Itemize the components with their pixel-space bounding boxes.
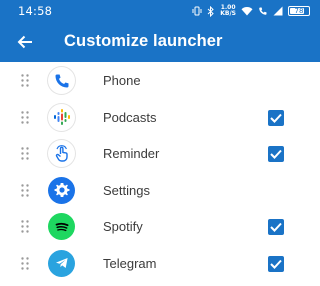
network-speed: 1.00 KB/S [220, 5, 236, 17]
reminder-icon [48, 140, 75, 168]
app-label: Spotify [103, 219, 143, 235]
list-item[interactable]: Podcasts [0, 99, 320, 136]
checkbox-checked[interactable] [268, 146, 284, 163]
drag-handle-icon[interactable] [21, 110, 29, 124]
app-label: Settings [103, 182, 150, 198]
app-bar: Customize launcher [0, 22, 320, 62]
spotify-icon [48, 213, 75, 241]
drag-handle-icon[interactable] [21, 257, 29, 270]
app-label: Reminder [103, 146, 160, 162]
vibrate-icon [192, 6, 202, 16]
volte-call-icon [258, 6, 268, 16]
checkbox-checked[interactable] [268, 255, 284, 272]
network-speed-unit: KB/S [220, 10, 236, 17]
podcasts-icon [48, 103, 75, 131]
bluetooth-icon [207, 5, 215, 17]
phone-icon [48, 67, 75, 94]
wifi-icon [241, 6, 253, 16]
list-item[interactable]: Telegram [0, 245, 320, 282]
battery-level: 78 [294, 7, 304, 15]
signal-icon [273, 6, 283, 16]
status-icons: 1.00 KB/S 78 [192, 5, 310, 17]
drag-handle-icon[interactable] [21, 74, 29, 87]
telegram-icon [48, 249, 75, 277]
battery-icon: 78 [288, 6, 310, 16]
checkbox-checked[interactable] [268, 109, 284, 126]
status-time: 14:58 [18, 4, 53, 18]
drag-handle-icon[interactable] [21, 220, 29, 234]
list-item[interactable]: Phone [0, 62, 320, 99]
list-item[interactable]: Settings [0, 172, 320, 209]
drag-handle-icon[interactable] [21, 147, 29, 160]
app-label: Podcasts [103, 109, 157, 125]
status-bar: 14:58 1.00 KB/S 78 [0, 0, 320, 22]
drag-handle-icon[interactable] [21, 184, 29, 197]
app-label: Telegram [103, 255, 157, 271]
arrow-back-icon[interactable] [16, 33, 34, 51]
list-item[interactable]: Spotify [0, 208, 320, 245]
checkbox-checked[interactable] [268, 219, 284, 236]
list-item[interactable]: Reminder [0, 135, 320, 172]
settings-icon [48, 176, 75, 204]
launcher-app-list: Phone Podcasts Reminder Settings Spotify… [0, 62, 320, 282]
app-label: Phone [103, 73, 141, 88]
page-title: Customize launcher [64, 32, 223, 50]
